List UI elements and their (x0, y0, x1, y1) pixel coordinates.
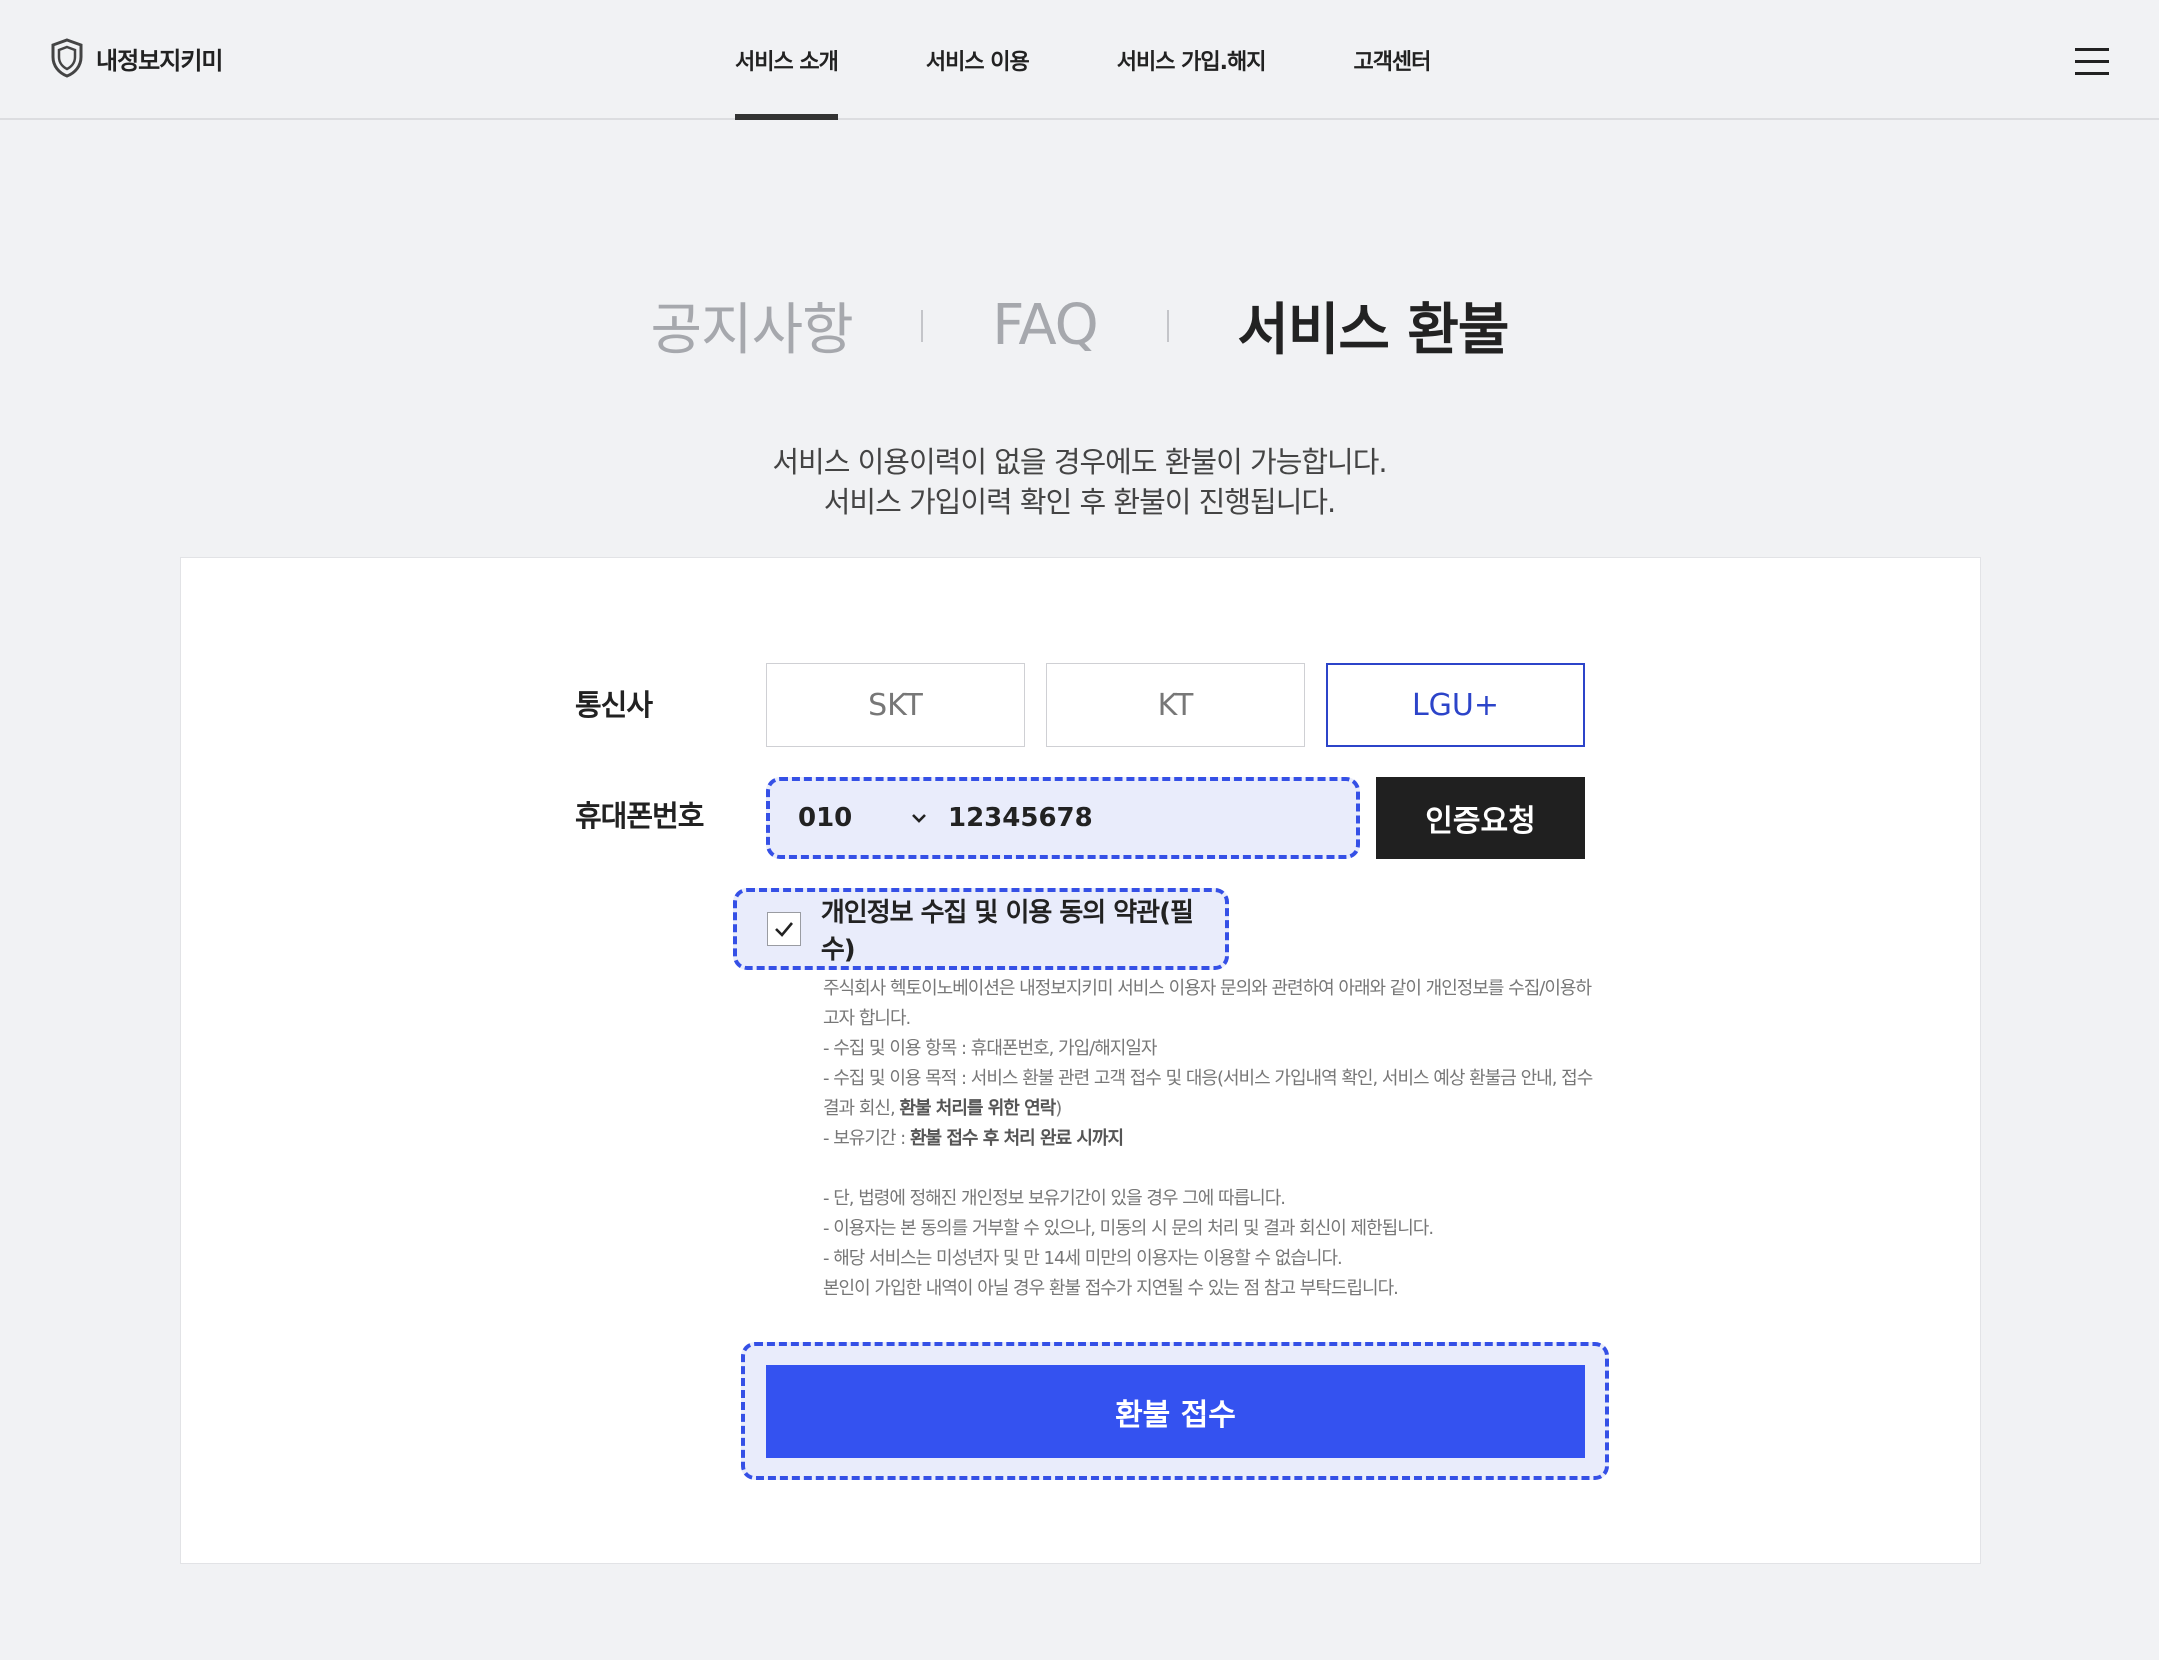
tab-divider (921, 309, 924, 342)
terms-note: - 이용자는 본 동의를 거부할 수 있으나, 미동의 시 문의 처리 및 결과… (823, 1218, 1434, 1239)
privacy-terms: 주식회사 헥토이노베이션은 내정보지키미 서비스 이용자 문의와 관련하여 아래… (823, 974, 1603, 1304)
intro-line-1: 서비스 이용이력이 없을 경우에도 환불이 가능합니다. (772, 445, 1387, 479)
shield-icon (51, 38, 83, 78)
site-header: 내정보지키미 서비스 소개 서비스 이용 서비스 가입.해지 고객센터 (0, 0, 2159, 120)
tab-divider (1166, 309, 1169, 342)
nav-customer-center[interactable]: 고객센터 (1353, 0, 1431, 120)
intro-text: 서비스 이용이력이 없을 경우에도 환불이 가능합니다. 서비스 가입이력 확인… (0, 442, 2159, 522)
tab-faq[interactable]: FAQ (992, 293, 1098, 358)
privacy-agree-group: 개인정보 수집 및 이용 동의 약관(필수) (733, 888, 1229, 970)
privacy-agree-checkbox[interactable] (767, 912, 801, 946)
carrier-lgu-button[interactable]: LGU+ (1326, 663, 1585, 747)
nav-service-intro[interactable]: 서비스 소개 (735, 0, 839, 120)
intro-line-2: 서비스 가입이력 확인 후 환불이 진행됩니다. (823, 485, 1337, 519)
refund-submit-button[interactable]: 환불 접수 (766, 1365, 1585, 1458)
terms-note: - 단, 법령에 정해진 개인정보 보유기간이 있을 경우 그에 따릅니다. (823, 1188, 1286, 1209)
terms-intro: 주식회사 헥토이노베이션은 내정보지키미 서비스 이용자 문의와 관련하여 아래… (823, 978, 1592, 1029)
tab-notice[interactable]: 공지사항 (651, 285, 854, 366)
chevron-down-icon[interactable] (908, 807, 930, 829)
phone-label: 휴대폰번호 (575, 799, 704, 833)
privacy-agree-label[interactable]: 개인정보 수집 및 이용 동의 약관(필수) (821, 892, 1225, 966)
carrier-label: 통신사 (575, 688, 653, 722)
tab-service-refund[interactable]: 서비스 환불 (1237, 285, 1509, 366)
hamburger-menu-icon[interactable] (2075, 48, 2109, 78)
nav-service-use[interactable]: 서비스 이용 (926, 0, 1030, 120)
checkmark-icon (775, 922, 793, 937)
logo-text: 내정보지키미 (96, 46, 223, 75)
page-tabs: 공지사항 FAQ 서비스 환불 (0, 285, 2159, 366)
terms-note: - 해당 서비스는 미성년자 및 만 14세 미만의 이용자는 이용할 수 없습… (823, 1248, 1343, 1269)
main-nav: 서비스 소개 서비스 이용 서비스 가입.해지 고객센터 (735, 0, 1518, 120)
carrier-skt-button[interactable]: SKT (766, 663, 1025, 747)
terms-retention: - 보유기간 : 환불 접수 후 처리 완료 시까지 (823, 1128, 1124, 1149)
auth-request-button[interactable]: 인증요청 (1376, 777, 1585, 859)
nav-service-join-cancel[interactable]: 서비스 가입.해지 (1117, 0, 1267, 120)
carrier-kt-button[interactable]: KT (1046, 663, 1305, 747)
phone-prefix-select[interactable]: 010 (798, 803, 908, 833)
terms-purpose: - 수집 및 이용 목적 : 서비스 환불 관련 고객 접수 및 대응(서비스 … (823, 1068, 1593, 1119)
refund-form-card: 통신사 SKT KT LGU+ 휴대폰번호 010 12345678 인증요청 … (180, 557, 1981, 1564)
terms-items: - 수집 및 이용 항목 : 휴대폰번호, 가입/해지일자 (823, 1038, 1157, 1059)
phone-number-input[interactable]: 12345678 (948, 803, 1093, 833)
logo[interactable]: 내정보지키미 (50, 38, 223, 78)
phone-input-group: 010 12345678 (766, 777, 1360, 859)
terms-note: 본인이 가입한 내역이 아닐 경우 환불 접수가 지연될 수 있는 점 참고 부… (823, 1278, 1399, 1299)
